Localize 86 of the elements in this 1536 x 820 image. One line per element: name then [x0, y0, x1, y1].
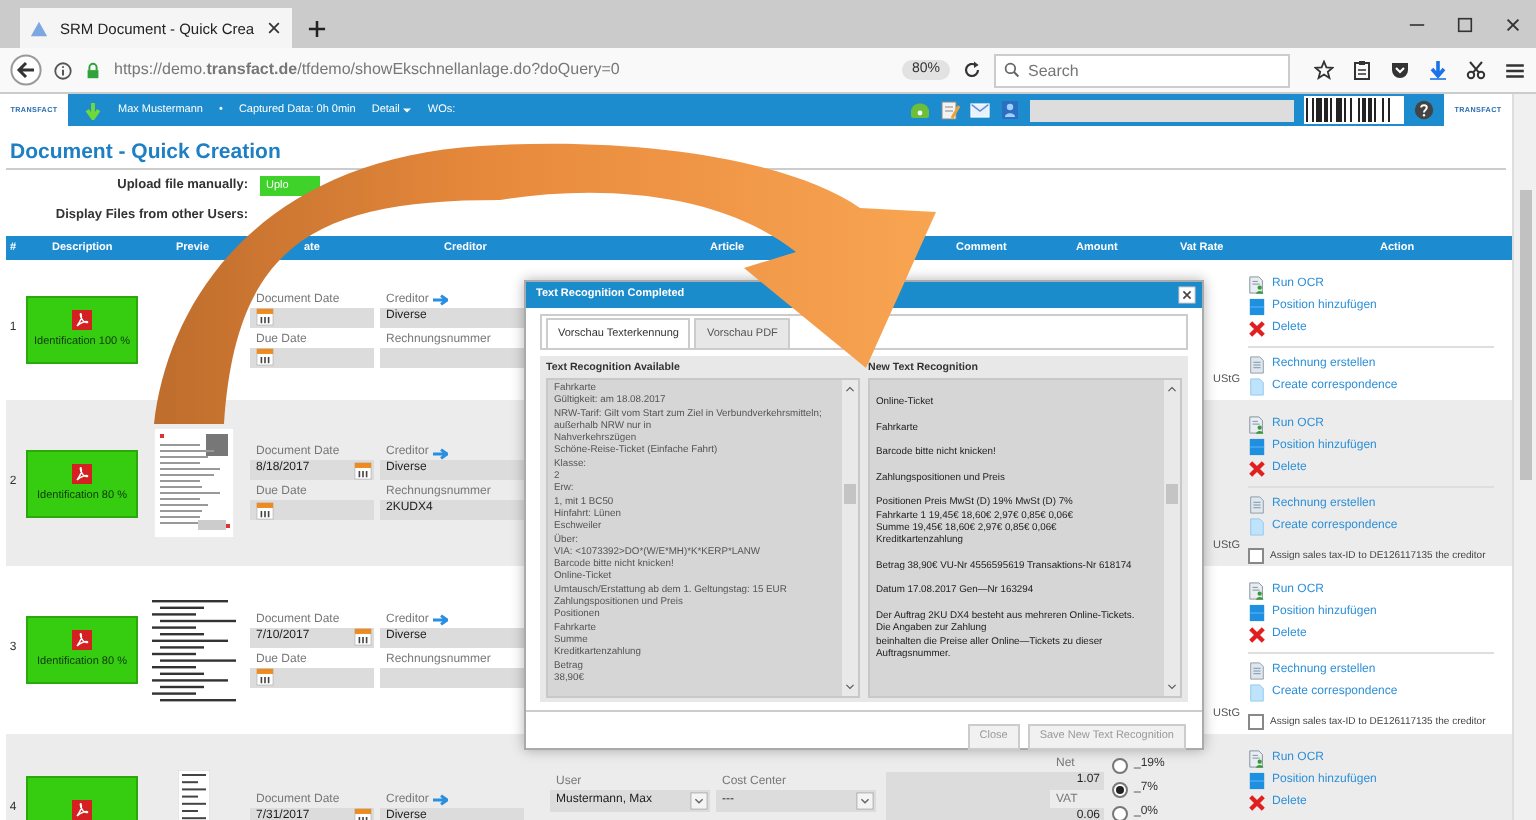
square-icon — [1248, 772, 1266, 790]
scrollbar[interactable] — [1512, 94, 1536, 820]
document-icon — [1248, 662, 1266, 680]
page-title: Document - Quick Creation — [8, 138, 283, 168]
date-field[interactable] — [250, 347, 374, 367]
maximize-icon[interactable] — [1455, 15, 1473, 33]
date-field[interactable] — [250, 500, 374, 520]
document-thumbnail[interactable] — [154, 428, 234, 538]
square-icon — [1248, 438, 1266, 456]
mail-icon[interactable] — [970, 100, 990, 120]
square-icon — [1248, 604, 1266, 622]
receipt-thumbnail[interactable] — [148, 595, 240, 705]
scissors-icon[interactable] — [1466, 60, 1486, 80]
phone-icon[interactable] — [910, 100, 930, 120]
arrow-down-icon[interactable] — [1166, 680, 1178, 692]
dropdown-icon[interactable] — [690, 792, 708, 810]
calendar-icon[interactable] — [354, 461, 372, 479]
page-icon — [1248, 684, 1266, 702]
document-person-icon — [1248, 276, 1266, 294]
search-field[interactable]: Search — [994, 53, 1290, 87]
pdf-icon[interactable] — [72, 800, 92, 820]
search-icon — [1004, 62, 1020, 78]
radio-button[interactable] — [1112, 782, 1128, 798]
triangle-logo-icon — [30, 19, 48, 37]
scrollbar[interactable] — [1164, 380, 1180, 696]
calendar-icon[interactable] — [256, 668, 274, 686]
help-icon[interactable] — [1414, 100, 1434, 120]
url-text[interactable]: https://demo.transfact.de/tfdemo/showEkschnellanlage.do?doQuery=0 — [114, 60, 620, 80]
person-icon[interactable] — [1000, 100, 1020, 120]
scrollbar-thumb[interactable] — [844, 484, 856, 504]
calendar-icon[interactable] — [256, 348, 274, 366]
document-person-icon — [1248, 582, 1266, 600]
barcode-icon[interactable] — [1304, 96, 1404, 124]
text-area[interactable] — [546, 378, 860, 698]
text-field[interactable] — [380, 667, 524, 687]
delete-icon — [1248, 460, 1266, 478]
radio-button[interactable] — [1112, 806, 1128, 820]
close-icon[interactable] — [1503, 15, 1521, 33]
text-area[interactable] — [868, 378, 1182, 698]
arrow-down-icon[interactable] — [844, 680, 856, 692]
document-person-icon — [1248, 750, 1266, 768]
back-icon[interactable] — [10, 54, 42, 86]
checkbox[interactable] — [1248, 547, 1264, 563]
calendar-icon[interactable] — [256, 501, 274, 519]
info-icon[interactable] — [54, 61, 72, 79]
arrow-up-icon[interactable] — [844, 384, 856, 396]
document-icon — [1248, 496, 1266, 514]
delete-icon — [1248, 794, 1266, 812]
arrow-right-icon[interactable] — [432, 614, 449, 626]
arrow-right-icon[interactable] — [432, 294, 449, 306]
close-icon[interactable] — [266, 20, 283, 36]
calendar-icon[interactable] — [256, 308, 274, 326]
notepad-icon[interactable] — [940, 100, 960, 120]
page-icon — [1248, 378, 1266, 396]
document-icon — [1248, 356, 1266, 374]
close-icon[interactable] — [1178, 286, 1196, 304]
lock-icon — [84, 61, 102, 79]
text-field[interactable] — [380, 347, 524, 367]
input-field[interactable] — [1030, 99, 1294, 121]
pdf-icon[interactable] — [72, 630, 92, 651]
radio-button[interactable] — [1112, 758, 1128, 774]
caret-icon — [401, 105, 412, 115]
download-icon[interactable] — [1428, 60, 1448, 80]
plus-icon[interactable] — [308, 19, 327, 37]
scrollbar-thumb[interactable] — [1166, 484, 1178, 504]
pocket-icon[interactable] — [1390, 60, 1410, 80]
star-icon[interactable] — [1314, 60, 1334, 80]
menu-icon[interactable] — [1504, 59, 1526, 81]
delete-icon — [1248, 626, 1266, 644]
delete-icon — [1248, 320, 1266, 338]
clipboard-icon[interactable] — [1352, 60, 1372, 80]
checkbox[interactable] — [1248, 713, 1264, 729]
pdf-icon[interactable] — [72, 310, 92, 331]
arrow-right-icon[interactable] — [432, 794, 449, 806]
arrow-right-icon[interactable] — [432, 447, 449, 459]
date-field[interactable] — [250, 667, 374, 687]
arrow-up-icon[interactable] — [1166, 384, 1178, 396]
dropdown-icon[interactable] — [856, 792, 874, 810]
reload-icon[interactable] — [962, 60, 982, 80]
date-field[interactable] — [250, 307, 374, 327]
document-person-icon — [1248, 416, 1266, 434]
square-icon — [1248, 298, 1266, 316]
calendar-icon[interactable] — [354, 628, 372, 646]
pdf-icon[interactable] — [72, 463, 92, 484]
page-icon — [1248, 518, 1266, 536]
scrollbar[interactable] — [842, 380, 858, 696]
